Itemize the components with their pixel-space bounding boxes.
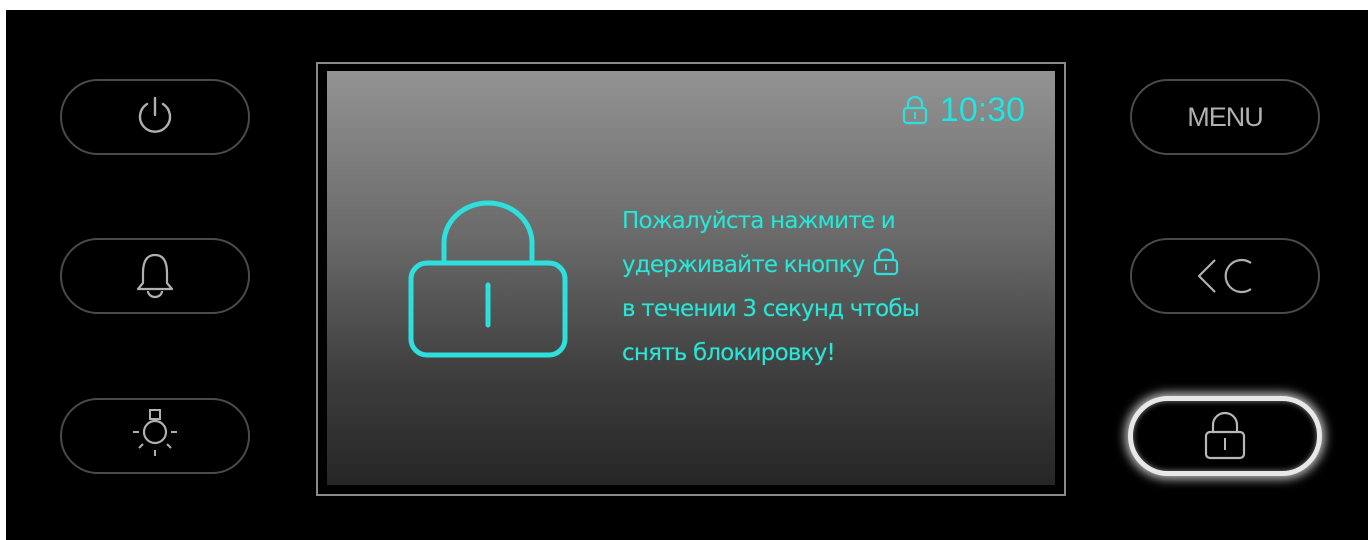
lock-icon [902, 95, 928, 125]
message-line-2-text: удерживайте кнопку [622, 252, 865, 278]
menu-button[interactable]: MENU [1130, 79, 1320, 155]
menu-button-label: MENU [1187, 101, 1263, 132]
message-line-2: удерживайте кнопку [622, 243, 1042, 287]
power-button[interactable] [60, 79, 250, 155]
back-button[interactable] [1130, 238, 1320, 314]
message-line-3: в течении 3 секунд чтобы [622, 296, 920, 322]
back-arrow-icon [1197, 258, 1252, 294]
lock-icon [873, 248, 898, 276]
large-lock-icon [408, 200, 568, 358]
lock-icon [1204, 411, 1246, 460]
display-screen: 10:30 Пожалуйста нажмите и удерживайте к… [327, 71, 1055, 485]
light-button[interactable] [60, 398, 250, 474]
message-line-1: Пожалуйста нажмите и [622, 208, 896, 234]
message-line-4: снять блокировку! [622, 340, 836, 366]
clock-time: 10:30 [939, 91, 1025, 129]
status-bar: 10:30 [902, 93, 1025, 127]
lamp-icon [133, 409, 177, 456]
unlock-instructions: Пожалуйста нажмите и удерживайте кнопку … [622, 199, 1042, 375]
power-icon [138, 96, 172, 133]
alarm-button[interactable] [60, 238, 250, 314]
lock-button[interactable] [1128, 396, 1322, 476]
bell-icon [136, 253, 174, 299]
